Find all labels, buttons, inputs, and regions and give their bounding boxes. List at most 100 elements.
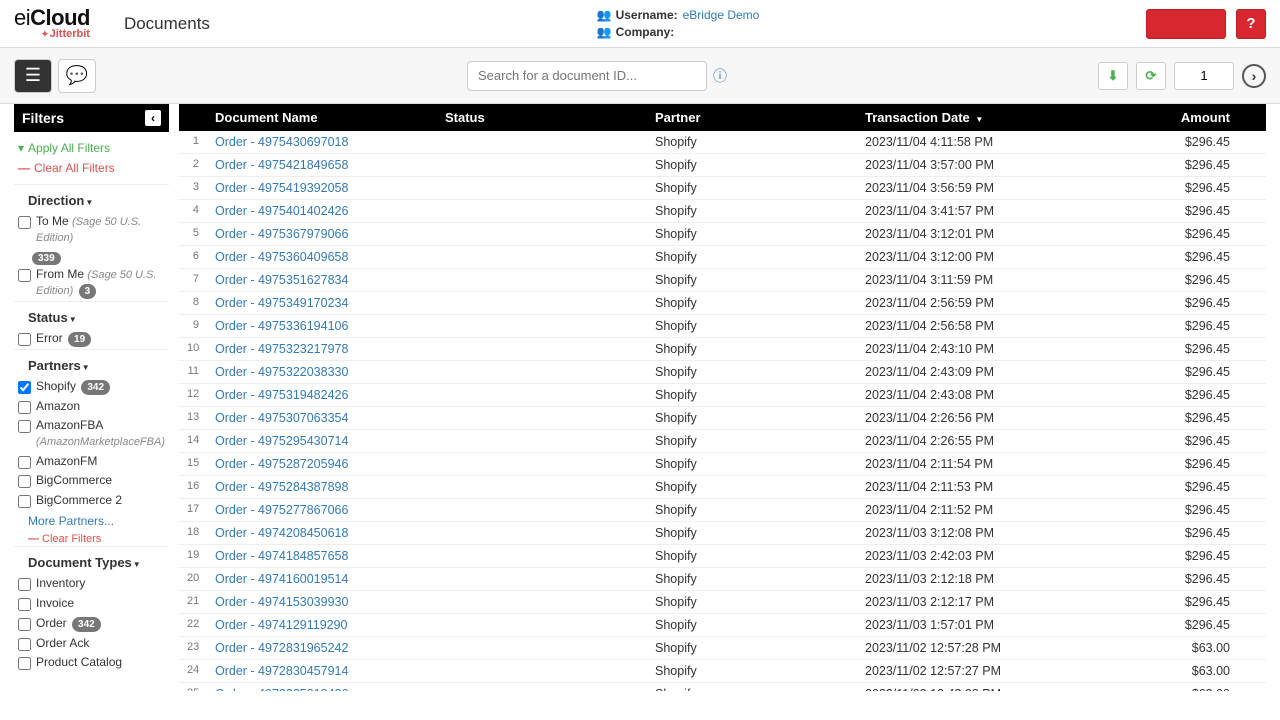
table-row[interactable]: 1Order - 4975430697018Shopify2023/11/04 … xyxy=(179,131,1266,154)
chat-button[interactable]: 💬 xyxy=(58,59,96,93)
partner-checkbox[interactable] xyxy=(18,456,31,469)
table-row[interactable]: 13Order - 4975307063354Shopify2023/11/04… xyxy=(179,407,1266,430)
doctype-checkbox[interactable] xyxy=(18,657,31,670)
document-link[interactable]: Order - 4975351627834 xyxy=(215,273,348,287)
col-header-status[interactable]: Status xyxy=(437,104,647,131)
clear-all-filters-link[interactable]: — Clear All Filters xyxy=(18,158,165,178)
doctype-filter-item[interactable]: Order Ack xyxy=(14,634,169,654)
table-row[interactable]: 24Order - 4972830457914Shopify2023/11/02… xyxy=(179,660,1266,683)
doctype-filter-item[interactable]: Order 342 xyxy=(14,614,169,634)
collapse-sidebar-button[interactable]: ‹ xyxy=(145,110,161,126)
table-row[interactable]: 6Order - 4975360409658Shopify2023/11/04 … xyxy=(179,246,1266,269)
document-link[interactable]: Order - 4975349170234 xyxy=(215,296,348,310)
document-link[interactable]: Order - 4975421849658 xyxy=(215,158,348,172)
table-row[interactable]: 25Order - 4972825018426Shopify2023/11/02… xyxy=(179,683,1266,691)
doctype-filter-item[interactable]: Product Catalog xyxy=(14,653,169,673)
table-row[interactable]: 3Order - 4975419392058Shopify2023/11/04 … xyxy=(179,177,1266,200)
table-row[interactable]: 21Order - 4974153039930Shopify2023/11/03… xyxy=(179,591,1266,614)
partner-filter-item[interactable]: Shopify 342 xyxy=(14,377,169,397)
document-link[interactable]: Order - 4972830457914 xyxy=(215,664,348,678)
document-link[interactable]: Order - 4975336194106 xyxy=(215,319,348,333)
table-row[interactable]: 9Order - 4975336194106Shopify2023/11/04 … xyxy=(179,315,1266,338)
col-header-date[interactable]: Transaction Date ▼ xyxy=(857,104,1077,131)
username-link[interactable]: eBridge Demo xyxy=(683,8,760,22)
document-link[interactable]: Order - 4974153039930 xyxy=(215,595,348,609)
info-icon[interactable]: ⓘ xyxy=(713,66,727,86)
document-link[interactable]: Order - 4975284387898 xyxy=(215,480,348,494)
table-row[interactable]: 4Order - 4975401402426Shopify2023/11/04 … xyxy=(179,200,1266,223)
col-header-name[interactable]: Document Name xyxy=(207,104,437,131)
from-me-checkbox[interactable] xyxy=(18,269,31,282)
table-row[interactable]: 19Order - 4974184857658Shopify2023/11/03… xyxy=(179,545,1266,568)
document-link[interactable]: Order - 4975323217978 xyxy=(215,342,348,356)
col-header-partner[interactable]: Partner xyxy=(647,104,857,131)
status-section-toggle[interactable]: Status▼ xyxy=(14,301,169,329)
partner-filter-item[interactable]: BigCommerce 2 xyxy=(14,491,169,511)
clear-partner-filters-link[interactable]: —Clear Filters xyxy=(14,532,169,546)
partners-section-toggle[interactable]: Partners▼ xyxy=(14,349,169,377)
table-row[interactable]: 23Order - 4972831965242Shopify2023/11/02… xyxy=(179,637,1266,660)
partner-checkbox[interactable] xyxy=(18,381,31,394)
partner-filter-item[interactable]: AmazonFM xyxy=(14,452,169,472)
error-checkbox[interactable] xyxy=(18,333,31,346)
filter-error[interactable]: Error 19 xyxy=(14,329,169,349)
document-link[interactable]: Order - 4975419392058 xyxy=(215,181,348,195)
filter-from-me[interactable]: From Me (Sage 50 U.S. Edition) 3 xyxy=(14,265,169,301)
refresh-button[interactable]: ⟳ xyxy=(1136,62,1166,90)
document-link[interactable]: Order - 4975401402426 xyxy=(215,204,348,218)
to-me-checkbox[interactable] xyxy=(18,216,31,229)
document-link[interactable]: Order - 4975307063354 xyxy=(215,411,348,425)
document-link[interactable]: Order - 4972831965242 xyxy=(215,641,348,655)
document-link[interactable]: Order - 4975295430714 xyxy=(215,434,348,448)
doctypes-section-toggle[interactable]: Document Types▼ xyxy=(14,546,169,574)
menu-button[interactable]: ☰ xyxy=(14,59,52,93)
table-row[interactable]: 2Order - 4975421849658Shopify2023/11/04 … xyxy=(179,154,1266,177)
document-link[interactable]: Order - 4972825018426 xyxy=(215,687,348,691)
doctype-filter-item[interactable]: Inventory xyxy=(14,574,169,594)
document-link[interactable]: Order - 4975277867066 xyxy=(215,503,348,517)
table-row[interactable]: 16Order - 4975284387898Shopify2023/11/04… xyxy=(179,476,1266,499)
doctype-filter-item[interactable]: Invoice xyxy=(14,594,169,614)
document-link[interactable]: Order - 4975319482426 xyxy=(215,388,348,402)
table-body[interactable]: 1Order - 4975430697018Shopify2023/11/04 … xyxy=(179,131,1266,691)
partner-checkbox[interactable] xyxy=(18,495,31,508)
document-link[interactable]: Order - 4975322038330 xyxy=(215,365,348,379)
document-link[interactable]: Order - 4975360409658 xyxy=(215,250,348,264)
doctype-checkbox[interactable] xyxy=(18,578,31,591)
filter-to-me[interactable]: To Me (Sage 50 U.S. Edition) xyxy=(14,212,169,247)
document-link[interactable]: Order - 4974208450618 xyxy=(215,526,348,540)
more-partners-link[interactable]: More Partners... xyxy=(14,510,169,532)
apply-all-filters-link[interactable]: ▾ Apply All Filters xyxy=(18,138,165,158)
col-header-amount[interactable]: Amount xyxy=(1077,104,1266,131)
primary-action-button[interactable] xyxy=(1146,9,1226,39)
document-link[interactable]: Order - 4975367979066 xyxy=(215,227,348,241)
brand-logo[interactable]: eiCloud Jitterbit xyxy=(14,7,90,40)
table-row[interactable]: 15Order - 4975287205946Shopify2023/11/04… xyxy=(179,453,1266,476)
search-input[interactable] xyxy=(467,61,707,91)
table-row[interactable]: 20Order - 4974160019514Shopify2023/11/03… xyxy=(179,568,1266,591)
partner-filter-item[interactable]: BigCommerce xyxy=(14,471,169,491)
table-row[interactable]: 7Order - 4975351627834Shopify2023/11/04 … xyxy=(179,269,1266,292)
table-row[interactable]: 10Order - 4975323217978Shopify2023/11/04… xyxy=(179,338,1266,361)
partner-checkbox[interactable] xyxy=(18,420,31,433)
table-row[interactable]: 8Order - 4975349170234Shopify2023/11/04 … xyxy=(179,292,1266,315)
document-link[interactable]: Order - 4975287205946 xyxy=(215,457,348,471)
document-link[interactable]: Order - 4974184857658 xyxy=(215,549,348,563)
partner-filter-item[interactable]: Amazon xyxy=(14,397,169,417)
table-row[interactable]: 17Order - 4975277867066Shopify2023/11/04… xyxy=(179,499,1266,522)
doctype-checkbox[interactable] xyxy=(18,618,31,631)
table-row[interactable]: 12Order - 4975319482426Shopify2023/11/04… xyxy=(179,384,1266,407)
direction-section-toggle[interactable]: Direction▼ xyxy=(14,184,169,212)
help-button[interactable]: ? xyxy=(1236,9,1266,39)
document-link[interactable]: Order - 4974160019514 xyxy=(215,572,348,586)
next-page-button[interactable]: › xyxy=(1242,64,1266,88)
doctype-checkbox[interactable] xyxy=(18,598,31,611)
table-row[interactable]: 11Order - 4975322038330Shopify2023/11/04… xyxy=(179,361,1266,384)
doctype-checkbox[interactable] xyxy=(18,638,31,651)
page-number-input[interactable] xyxy=(1174,62,1234,90)
partner-checkbox[interactable] xyxy=(18,401,31,414)
table-row[interactable]: 14Order - 4975295430714Shopify2023/11/04… xyxy=(179,430,1266,453)
document-link[interactable]: Order - 4975430697018 xyxy=(215,135,348,149)
partner-checkbox[interactable] xyxy=(18,475,31,488)
table-row[interactable]: 22Order - 4974129119290Shopify2023/11/03… xyxy=(179,614,1266,637)
